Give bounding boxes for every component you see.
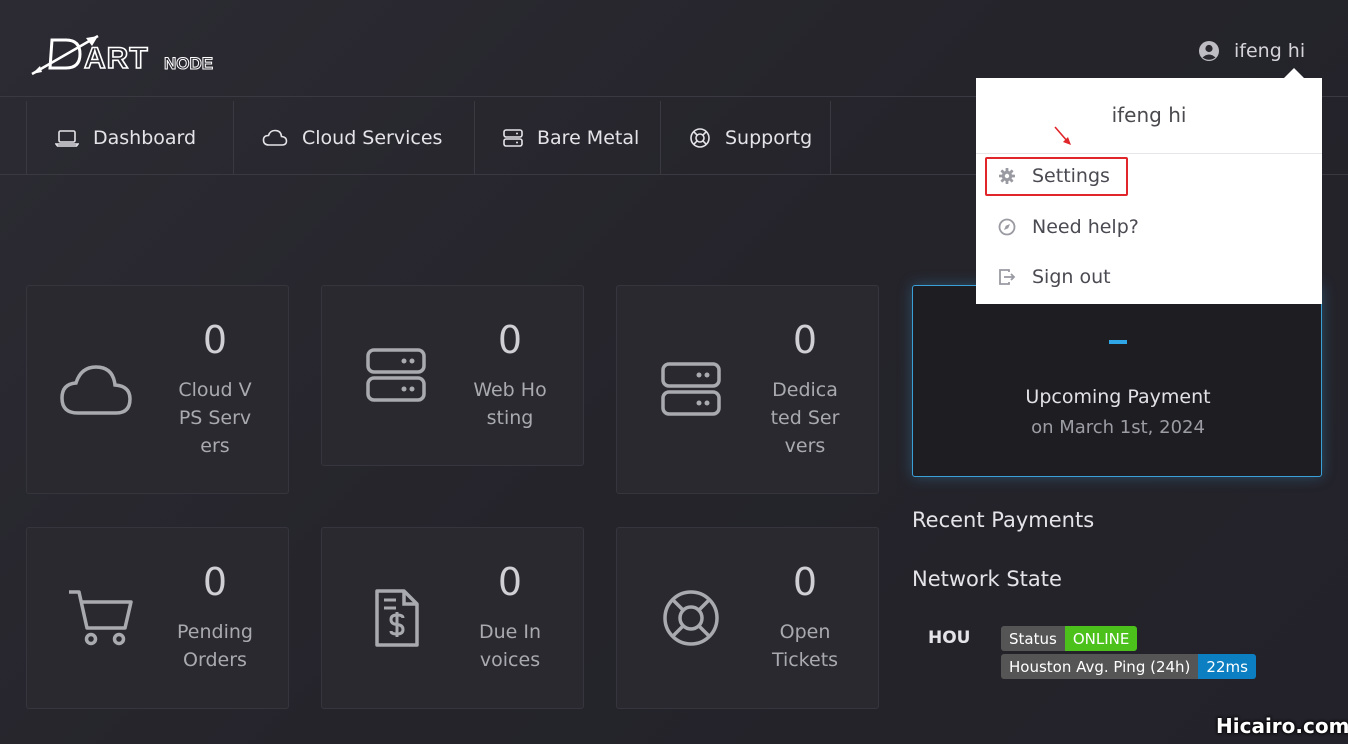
card-label: Due Invoices	[478, 621, 542, 671]
compass-icon	[998, 218, 1016, 236]
card-label: Dedicated Servers	[770, 379, 840, 457]
nav-item-bare-metal[interactable]: Bare Metal	[474, 101, 660, 174]
status-badge-value: ONLINE	[1064, 626, 1138, 651]
lifebuoy-icon	[689, 127, 711, 149]
upcoming-payment-card[interactable]: – Upcoming Payment on March 1st, 2024	[912, 285, 1322, 477]
status-badge: Status ONLINE	[1001, 626, 1138, 651]
dropdown-item-help[interactable]: Need help?	[998, 216, 1139, 238]
nav-divider	[830, 101, 831, 174]
ping-badge: Houston Avg. Ping (24h) 22ms	[1001, 654, 1256, 679]
card-open-tickets[interactable]: 0 Open Tickets	[616, 527, 879, 709]
card-count: 0	[497, 560, 523, 604]
dropdown-item-label: Sign out	[1032, 266, 1111, 288]
payment-amount	[1109, 340, 1127, 344]
card-label: Cloud VPS Servers	[178, 379, 252, 457]
payment-date: on March 1st, 2024	[1031, 417, 1205, 438]
logo-graphic: ART NODE	[31, 34, 214, 76]
invoice-dollar-icon	[374, 588, 420, 652]
lifebuoy-icon	[661, 588, 721, 652]
status-badge-key: Status	[1001, 626, 1065, 651]
network-region: HOU	[928, 628, 971, 648]
card-count: 0	[792, 560, 818, 604]
card-count: 0	[202, 560, 228, 604]
server-icon	[366, 348, 426, 406]
watermark: Hicairo.com	[1216, 714, 1348, 738]
user-name: ifeng hi	[1234, 40, 1306, 62]
card-count: 0	[497, 318, 523, 362]
dropdown-divider	[976, 153, 1322, 154]
cloud-icon	[262, 129, 288, 147]
dropdown-caret	[1284, 68, 1304, 78]
card-count: 0	[792, 318, 818, 362]
cloud-icon	[59, 364, 133, 420]
dropdown-item-sign-out[interactable]: Sign out	[998, 266, 1111, 288]
network-state-heading: Network State	[912, 567, 1062, 591]
nav-item-dashboard[interactable]: Dashboard	[26, 101, 233, 174]
dropdown-user-name: ifeng hi	[1111, 103, 1187, 127]
card-dedicated-servers[interactable]: 0 Dedicated Servers	[616, 285, 879, 494]
user-menu-toggle[interactable]: ifeng hi	[1198, 40, 1305, 62]
nav-label: Bare Metal	[537, 126, 640, 149]
nav-item-cloud-services[interactable]: Cloud Services	[233, 101, 474, 174]
cart-icon	[67, 588, 133, 650]
card-due-invoices[interactable]: 0 Due Invoices	[321, 527, 584, 709]
card-label: Pending Orders	[177, 621, 253, 671]
nav-label: Cloud Services	[302, 126, 443, 149]
settings-highlight-box	[985, 157, 1128, 196]
ping-badge-key: Houston Avg. Ping (24h)	[1001, 654, 1199, 679]
recent-payments-heading: Recent Payments	[912, 508, 1095, 532]
svg-text:NODE: NODE	[164, 54, 213, 73]
svg-text:ART: ART	[84, 42, 149, 75]
server-icon	[503, 128, 523, 148]
dropdown-item-label: Need help?	[1032, 216, 1139, 238]
card-label: Open Tickets	[771, 621, 839, 671]
sign-out-icon	[998, 268, 1016, 286]
payment-title: Upcoming Payment	[1025, 386, 1211, 408]
laptop-icon	[55, 128, 79, 148]
card-count: 0	[202, 318, 228, 362]
server-icon	[661, 362, 721, 420]
user-circle-icon	[1198, 40, 1220, 62]
nav-item-support[interactable]: Supportg	[660, 101, 830, 174]
ping-badge-value: 22ms	[1198, 654, 1256, 679]
nav-label: Supportg	[725, 126, 813, 149]
card-pending-orders[interactable]: 0 Pending Orders	[26, 527, 289, 709]
card-label: Web Hosting	[473, 379, 547, 429]
nav-label: Dashboard	[93, 126, 197, 149]
card-cloud-vps[interactable]: 0 Cloud VPS Servers	[26, 285, 289, 494]
card-web-hosting[interactable]: 0 Web Hosting	[321, 285, 584, 466]
annotation-arrow-icon	[1050, 124, 1074, 152]
dartnode-logo[interactable]: ART NODE	[28, 30, 228, 80]
